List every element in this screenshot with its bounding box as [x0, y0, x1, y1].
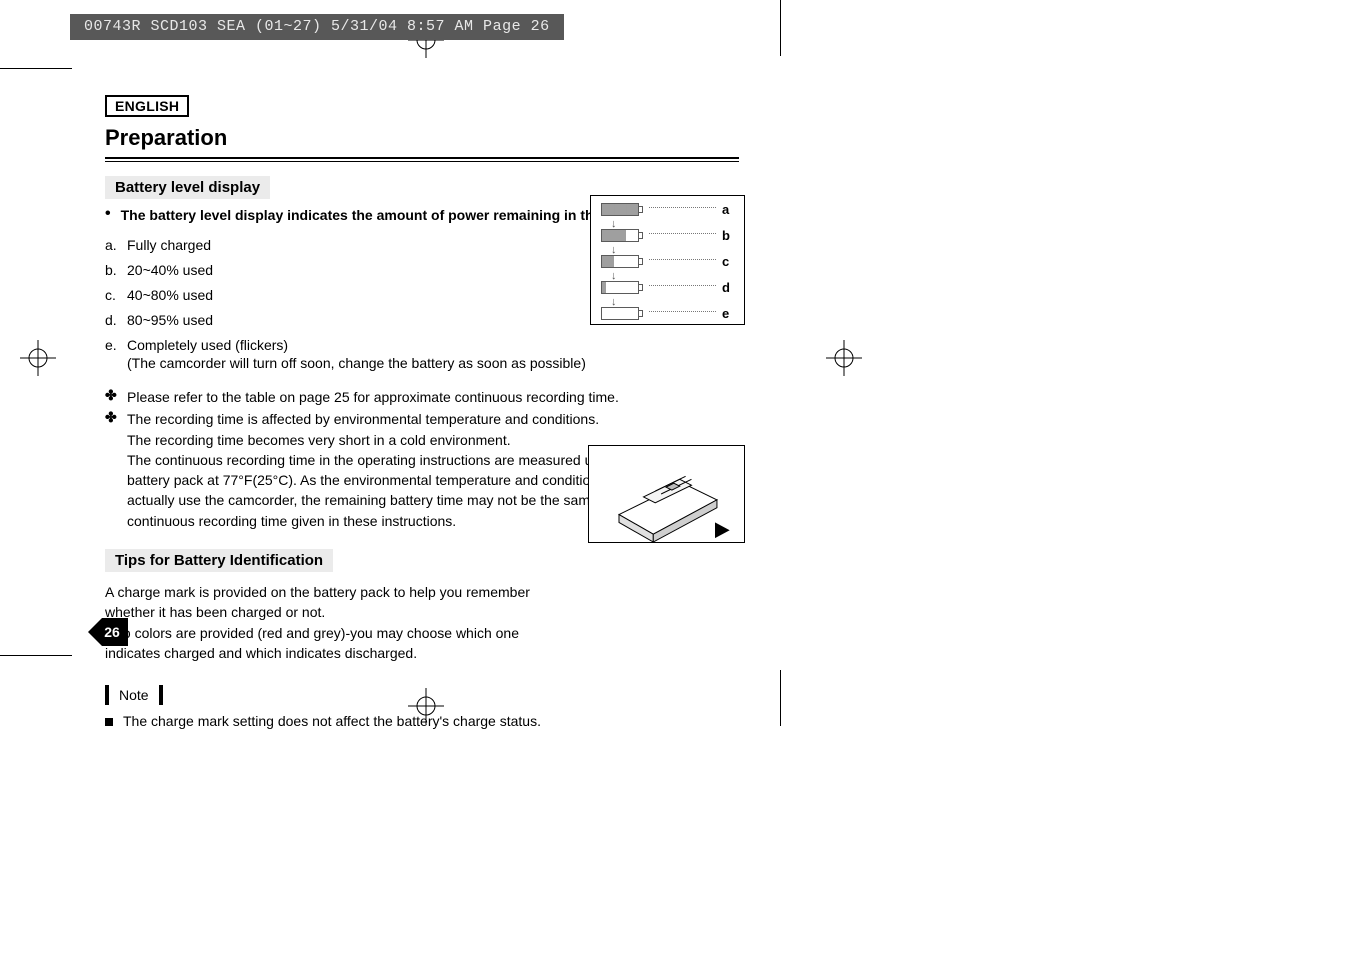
crop-line [0, 655, 72, 656]
note-text: The charge mark setting does not affect … [123, 713, 541, 729]
note-line: The recording time becomes very short in… [127, 432, 511, 448]
diagram-label: a [722, 202, 736, 217]
list-text: 80~95% used [127, 312, 213, 328]
note-text: Please refer to the table on page 25 for… [127, 387, 619, 407]
diagram-row: c [601, 254, 736, 268]
battery-pack-illustration [588, 445, 745, 543]
fleuron-bullet-icon: ✤ [105, 409, 127, 531]
square-bullet-icon [105, 718, 113, 726]
leader-dots [649, 311, 716, 312]
note-line: The recording time is affected by enviro… [127, 411, 599, 427]
section-title: Preparation [105, 125, 745, 151]
crop-line [780, 670, 781, 726]
page-number: 26 [104, 624, 120, 640]
subheading-battery-level: Battery level display [105, 176, 270, 199]
note-label-box: Note [105, 685, 163, 705]
leader-dots [649, 207, 716, 208]
diagram-label: c [722, 254, 736, 269]
leader-dots [649, 233, 716, 234]
fleuron-bullet-icon: ✤ [105, 387, 127, 407]
battery-tip-icon [639, 284, 643, 291]
diagram-row: d [601, 280, 736, 294]
list-marker: a. [105, 237, 127, 253]
tips-paragraph: Two colors are provided (red and grey)-y… [105, 625, 519, 661]
registration-mark-icon [20, 340, 56, 376]
list-text: Completely used (flickers) [127, 337, 288, 353]
diagram-label: e [722, 306, 736, 321]
title-rule [105, 157, 739, 162]
diagram-row: e [601, 306, 736, 320]
battery-icon [601, 229, 639, 242]
list-marker: d. [105, 312, 127, 328]
print-job-header: 00743R SCD103 SEA (01~27) 5/31/04 8:57 A… [70, 14, 564, 40]
list-marker: c. [105, 287, 127, 303]
registration-mark-icon [826, 340, 862, 376]
diagram-label: d [722, 280, 736, 295]
manual-page-content: ENGLISH Preparation Battery level displa… [105, 95, 745, 729]
crop-line [780, 0, 781, 56]
bullet-dot-icon: • [105, 207, 111, 223]
battery-icon [601, 281, 639, 294]
battery-level-diagram: a ↓ b ↓ c ↓ d ↓ e [590, 195, 745, 325]
page-number-tab: 26 [88, 618, 128, 646]
note-row: ✤ Please refer to the table on page 25 f… [105, 387, 745, 407]
list-marker: e. [105, 337, 127, 353]
language-tag: ENGLISH [105, 95, 189, 117]
subheading-tips: Tips for Battery Identification [105, 549, 333, 572]
tips-body: A charge mark is provided on the battery… [105, 582, 575, 663]
battery-tip-icon [639, 206, 643, 213]
battery-icon [601, 255, 639, 268]
battery-tip-icon [639, 310, 643, 317]
leader-dots [649, 259, 716, 260]
leader-dots [649, 285, 716, 286]
list-text: 20~40% used [127, 262, 213, 278]
battery-tip-icon [639, 258, 643, 265]
battery-icon [601, 203, 639, 216]
battery-icon [601, 307, 639, 320]
arrow-icon [715, 522, 730, 538]
list-text: Fully charged [127, 237, 211, 253]
note-body: The charge mark setting does not affect … [105, 713, 745, 729]
diagram-row: a [601, 202, 736, 216]
diagram-label: b [722, 228, 736, 243]
list-marker: b. [105, 262, 127, 278]
list-text: 40~80% used [127, 287, 213, 303]
list-subtext: (The camcorder will turn off soon, chang… [127, 355, 745, 371]
list-item: e. Completely used (flickers) [105, 337, 745, 353]
diagram-row: b [601, 228, 736, 242]
battery-tip-icon [639, 232, 643, 239]
tips-paragraph: A charge mark is provided on the battery… [105, 584, 530, 620]
crop-line [0, 68, 72, 69]
